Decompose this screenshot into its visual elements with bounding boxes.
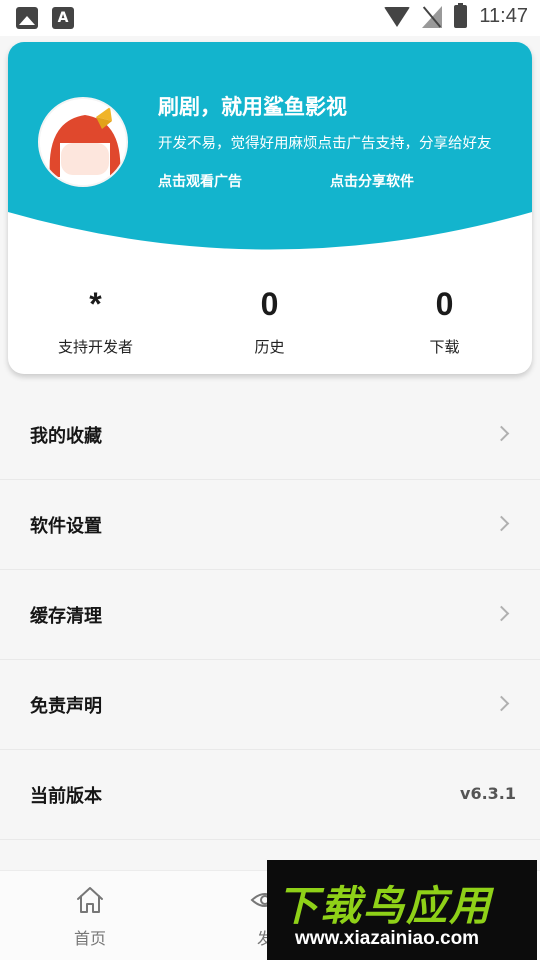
tab-label: 首页 <box>73 929 106 948</box>
menu-item-version[interactable]: 当前版本 v6.3.1 <box>0 750 540 840</box>
hero-subtitle: 开发不易，觉得好用麻烦点击广告支持，分享给好友 <box>158 136 492 152</box>
watermark-badge: 下载鸟应用 www.xiazainiao.com <box>267 860 537 960</box>
stat-label: 下载 <box>429 338 460 356</box>
menu-item-label: 当前版本 <box>30 786 102 807</box>
share-app-link[interactable]: 点击分享软件 <box>330 171 414 191</box>
menu-item-settings[interactable]: 软件设置 <box>0 480 540 570</box>
menu-item-clear-cache[interactable]: 缓存清理 <box>0 570 540 660</box>
chevron-right-icon <box>493 515 510 532</box>
cartoon-girl-avatar-icon <box>40 99 126 185</box>
home-icon <box>77 887 103 913</box>
stat-downloads[interactable]: 0 下载 <box>357 282 532 357</box>
watch-ad-link[interactable]: 点击观看广告 <box>158 171 242 191</box>
version-value: v6.3.1 <box>460 784 516 803</box>
stat-label: 历史 <box>254 338 285 356</box>
stat-value: 0 <box>260 286 279 322</box>
menu-item-label: 缓存清理 <box>30 606 102 627</box>
avatar[interactable] <box>38 97 128 187</box>
status-time: 11:47 <box>479 5 528 27</box>
chevron-right-icon <box>493 425 510 442</box>
watermark-brand: 下载鸟应用 <box>277 882 492 930</box>
stat-support-developer[interactable]: * 支持开发者 <box>8 282 183 357</box>
image-notification-icon <box>16 7 38 29</box>
tab-home[interactable]: 首页 <box>45 871 135 949</box>
font-app-icon: A <box>52 7 74 29</box>
stat-history[interactable]: 0 历史 <box>182 282 357 357</box>
menu-item-label: 我的收藏 <box>30 426 102 447</box>
watermark-url: www.xiazainiao.com <box>295 928 480 949</box>
stat-value: 0 <box>435 286 454 322</box>
stat-label: 支持开发者 <box>57 338 133 356</box>
stat-value: * <box>89 286 102 322</box>
wifi-icon <box>384 6 411 27</box>
menu-item-disclaimer[interactable]: 免责声明 <box>0 660 540 750</box>
chevron-right-icon <box>493 605 510 622</box>
no-signal-icon <box>422 5 443 28</box>
status-bar: A 11:47 <box>0 0 540 36</box>
menu-item-favorites[interactable]: 我的收藏 <box>0 390 540 480</box>
profile-card: 刷剧，就用鲨鱼影视 开发不易，觉得好用麻烦点击广告支持，分享给好友 点击观看广告… <box>8 42 532 374</box>
menu-item-label: 软件设置 <box>30 516 102 537</box>
battery-charging-icon <box>454 3 468 28</box>
hero-title: 刷剧，就用鲨鱼影视 <box>158 95 347 119</box>
menu-item-label: 免责声明 <box>30 696 102 717</box>
chevron-right-icon <box>493 695 510 712</box>
settings-menu: 我的收藏 软件设置 缓存清理 免责声明 当前版本 v6.3.1 <box>0 390 540 840</box>
